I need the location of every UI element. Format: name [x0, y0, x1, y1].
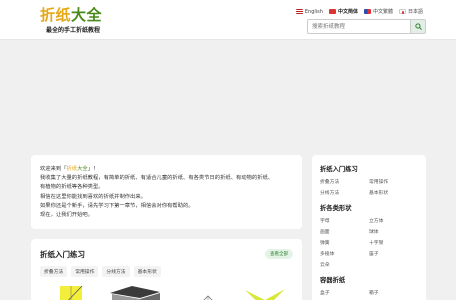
- sidebar-link[interactable]: 常用操作: [369, 178, 418, 185]
- sidebar-link[interactable]: 画面: [320, 228, 369, 235]
- sidebar-section-title[interactable]: 容器折纸: [320, 275, 418, 284]
- site-slogan: 最全的手工折纸教程: [46, 27, 101, 34]
- sidebar-link-grid: 折叠方法 常用操作 分线方法 基本形状: [320, 178, 418, 196]
- logo-text-1: 折纸: [40, 6, 72, 24]
- lang-traditional-chinese[interactable]: 中文繁體: [363, 8, 393, 15]
- intro-text: 」！: [87, 166, 99, 172]
- intro-card: 欢迎来到「折纸大全」！ 我收集了大量的折纸教程，有简单的折纸、有适合儿童的折纸、…: [31, 155, 302, 229]
- language-switcher: English 中文简体 中文繁體 日本語: [295, 8, 423, 15]
- lang-label: 日本語: [407, 9, 423, 15]
- view-all-button[interactable]: 查看全部: [265, 249, 293, 259]
- lang-english[interactable]: English: [295, 8, 323, 15]
- sidebar-link[interactable]: 弹簧: [320, 239, 369, 246]
- sidebar-section-title[interactable]: 折各类形状: [320, 203, 418, 212]
- logo-text-2: 大全: [71, 6, 103, 24]
- sidebar-link[interactable]: 折叠方法: [320, 178, 369, 185]
- sidebar-link-grid: 字母 立方体 画面 球体 弹簧 十字架 多棱体 笛子 云朵: [320, 217, 418, 268]
- japan-flag-icon: [398, 9, 406, 14]
- sidebar-link-grid: 盒子 箱子: [320, 289, 418, 296]
- lang-label: 中文简体: [337, 9, 358, 15]
- sidebar-link[interactable]: 笛子: [369, 250, 418, 257]
- sidebar-section-title[interactable]: 折纸入门练习: [320, 164, 418, 173]
- intro-line-1: 欢迎来到「折纸大全」！: [40, 165, 293, 174]
- intro-line-5: 如果你还是个新手，请先学习下第一章节，相信会对你有帮助的。: [40, 202, 194, 209]
- taiwan-flag-icon: [363, 9, 371, 14]
- sidebar-link[interactable]: 球体: [369, 228, 418, 235]
- search-icon: [414, 23, 422, 30]
- sidebar-link[interactable]: 多棱体: [320, 250, 369, 257]
- sidebar-link[interactable]: 基本形状: [369, 189, 418, 196]
- intro-brand-a: 折纸: [66, 166, 78, 172]
- intro-brand-b: 大全: [77, 166, 88, 172]
- lang-label: English: [304, 8, 323, 15]
- sidebar-link[interactable]: 立方体: [369, 217, 418, 224]
- practice-tag[interactable]: 分线方法: [102, 266, 130, 277]
- search-input[interactable]: [307, 19, 410, 34]
- intro-text: 欢迎来到「: [40, 166, 67, 172]
- site-header: 折纸大全 最全的手工折纸教程 English 中文简体 中文繁體 日本語: [0, 0, 456, 40]
- uk-flag-icon: [295, 9, 303, 14]
- intro-line-2: 我收集了大量的折纸教程，有简单的折纸、有适合儿童的折纸、有各类节日的折纸、有动物…: [40, 175, 274, 182]
- intro-line-6: 现在，让我们开始吧。: [40, 212, 93, 219]
- practice-card: 折纸入门练习 查看全部 折叠方法 常用操作 分线方法 基本形状: [31, 239, 302, 300]
- lang-label: 中文繁體: [372, 9, 393, 15]
- lang-simplified-chinese[interactable]: 中文简体: [328, 8, 358, 15]
- thumbnail-operations[interactable]: [110, 286, 160, 300]
- lang-japanese[interactable]: 日本語: [398, 8, 423, 15]
- practice-thumbnails: [60, 285, 285, 300]
- search-bar: [307, 19, 426, 34]
- thumbnail-folding[interactable]: [60, 285, 83, 300]
- intro-line-3: 有植物的折纸等各种类型。: [40, 184, 104, 191]
- practice-tag[interactable]: 常用操作: [71, 266, 99, 277]
- sidebar-link[interactable]: 云朵: [320, 261, 369, 268]
- intro-line-4: 相信在这里你能找到喜欢的折纸并制作出来。: [40, 193, 146, 200]
- sidebar-link[interactable]: 字母: [320, 217, 369, 224]
- practice-tags: 折叠方法 常用操作 分线方法 基本形状: [40, 266, 293, 277]
- thumbnail-lines[interactable]: [200, 295, 216, 300]
- china-flag-icon: [328, 9, 336, 14]
- category-sidebar: 折纸入门练习 折叠方法 常用操作 分线方法 基本形状 折各类形状 字母 立方体 …: [312, 155, 426, 300]
- sidebar-link[interactable]: 分线方法: [320, 189, 369, 196]
- sidebar-link[interactable]: 盒子: [320, 289, 369, 296]
- sidebar-link[interactable]: 十字架: [369, 239, 418, 246]
- site-logo[interactable]: 折纸大全: [40, 6, 102, 24]
- practice-tag[interactable]: 折叠方法: [40, 266, 68, 277]
- sidebar-link[interactable]: 箱子: [369, 289, 418, 296]
- search-button[interactable]: [410, 19, 426, 34]
- practice-title: 折纸入门练习: [40, 250, 85, 259]
- thumbnail-shapes[interactable]: [245, 289, 285, 300]
- practice-tag[interactable]: 基本形状: [133, 266, 161, 277]
